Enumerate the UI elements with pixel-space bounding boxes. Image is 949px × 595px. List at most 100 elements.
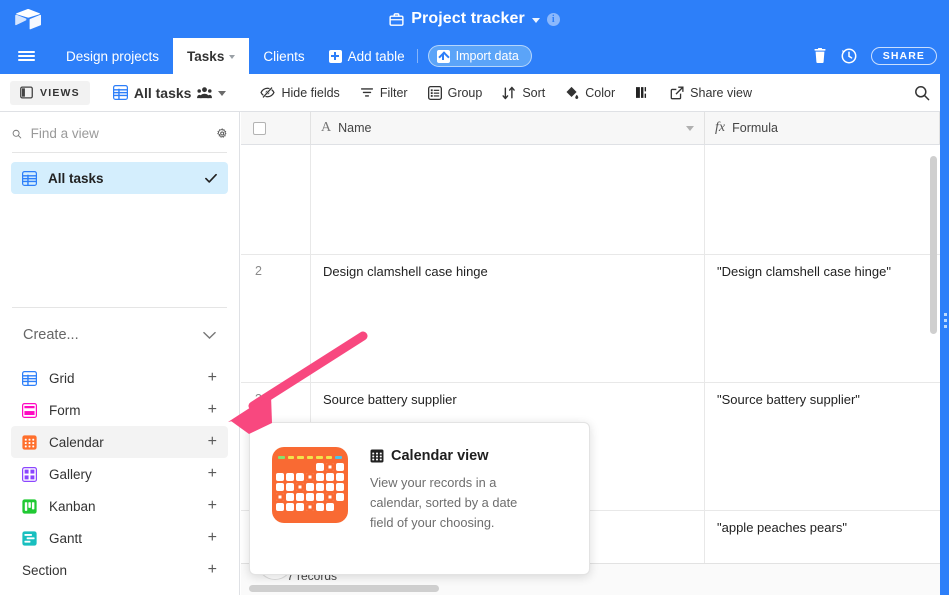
create-section-row[interactable]: Section + — [11, 554, 228, 586]
search-icon — [12, 129, 22, 138]
create-view-gantt[interactable]: Gantt + — [11, 522, 228, 554]
color-button[interactable]: Color — [556, 80, 624, 106]
group-icon — [427, 85, 442, 100]
create-view-kanban[interactable]: Kanban + — [11, 490, 228, 522]
tab-tasks[interactable]: Tasks — [173, 38, 250, 74]
create-view-label: Gantt — [49, 530, 83, 546]
tab-clients[interactable]: Clients — [249, 38, 318, 74]
gallery-view-icon — [22, 466, 37, 482]
table-row[interactable]: 2 Design clamshell case hinge "Design cl… — [241, 255, 940, 383]
table-row[interactable] — [241, 145, 940, 255]
cell-name[interactable]: Design clamshell case hinge — [311, 255, 705, 382]
sidebar-item-all-tasks[interactable]: All tasks — [11, 162, 228, 194]
trash-icon[interactable] — [813, 48, 827, 64]
grid-vertical-scrollbar[interactable] — [930, 156, 937, 334]
gantt-view-icon — [22, 530, 37, 546]
group-button[interactable]: Group — [419, 80, 492, 106]
sort-icon — [502, 86, 516, 99]
column-header-label: Name — [338, 121, 372, 135]
share-external-icon — [670, 86, 684, 99]
create-view-calendar[interactable]: Calendar + — [11, 426, 228, 458]
gear-icon[interactable] — [216, 126, 227, 141]
create-view-gallery[interactable]: Gallery + — [11, 458, 228, 490]
kanban-view-icon — [22, 498, 37, 514]
create-section-label: Section — [22, 562, 68, 578]
cell-name[interactable] — [311, 145, 705, 254]
tab-bar-actions: SHARE — [813, 38, 949, 74]
checkbox-icon[interactable] — [253, 121, 266, 135]
plus-icon[interactable]: + — [208, 466, 217, 482]
column-chevron-down-icon[interactable] — [686, 125, 694, 131]
select-all-cell[interactable] — [241, 112, 311, 144]
add-table-button[interactable]: Add table — [319, 38, 417, 74]
cell-formula[interactable]: "Source battery supplier" — [705, 383, 940, 510]
tab-label: Tasks — [187, 48, 225, 64]
table-tab-bar: Design projects Tasks Clients Add table … — [0, 38, 949, 74]
airtable-cube-logo-svg — [15, 8, 41, 30]
text-field-icon: A — [321, 120, 332, 135]
group-label: Group — [447, 85, 483, 100]
airtable-cube-logo[interactable] — [0, 0, 56, 38]
tab-chevron-down-icon[interactable] — [229, 55, 236, 59]
views-toggle-button[interactable]: VIEWS — [10, 80, 90, 105]
tooltip-text-block: Calendar view View your records in a cal… — [370, 447, 520, 532]
grid-horizontal-scrollbar[interactable] — [249, 585, 439, 592]
tab-label: Design projects — [66, 48, 160, 64]
hamburger-menu-icon[interactable] — [0, 38, 52, 74]
grid-view-icon — [22, 170, 37, 186]
cell-formula[interactable] — [705, 145, 940, 254]
create-section-header[interactable]: Create... — [0, 322, 239, 348]
views-sidebar: All tasks Create... Grid — [0, 112, 240, 595]
base-title-chevron-down-icon[interactable] — [531, 17, 540, 23]
share-button[interactable]: SHARE — [870, 47, 937, 65]
history-clock-icon[interactable] — [841, 48, 857, 64]
panel-drag-handle[interactable] — [944, 313, 947, 328]
right-edge-panel[interactable] — [940, 74, 949, 595]
create-view-grid[interactable]: Grid + — [11, 362, 228, 394]
hide-fields-button[interactable]: Hide fields — [251, 80, 348, 106]
search-button[interactable] — [905, 80, 939, 106]
grid-view-icon — [112, 85, 128, 100]
upload-icon — [436, 49, 450, 63]
row-height-button[interactable] — [626, 80, 659, 106]
chevron-down-icon[interactable] — [203, 331, 216, 340]
column-header-formula[interactable]: fx Formula — [705, 112, 940, 144]
filter-button[interactable]: Filter — [351, 80, 417, 106]
info-icon[interactable]: i — [546, 12, 560, 26]
app-root: Project tracker i Design projects Tasks … — [0, 0, 949, 595]
sort-button[interactable]: Sort — [493, 80, 554, 106]
import-data-label: Import data — [455, 49, 519, 63]
add-table-label: Add table — [347, 48, 405, 64]
cell-formula[interactable]: "Design clamshell case hinge" — [705, 255, 940, 382]
people-icon[interactable] — [197, 86, 213, 99]
create-view-label: Kanban — [49, 498, 96, 514]
create-view-form[interactable]: Form + — [11, 394, 228, 426]
plus-icon[interactable]: + — [208, 498, 217, 514]
plus-icon[interactable]: + — [208, 434, 217, 450]
create-view-label: Form — [49, 402, 81, 418]
import-data-button[interactable]: Import data — [427, 45, 532, 67]
views-label: VIEWS — [40, 86, 80, 99]
view-chevron-down-icon[interactable] — [218, 91, 227, 96]
plus-icon[interactable]: + — [208, 530, 217, 546]
grid-header-row: A Name fx Formula — [241, 112, 940, 145]
current-view-name: All tasks — [133, 84, 192, 101]
hide-fields-label: Hide fields — [281, 85, 340, 100]
find-view-input[interactable] — [30, 126, 208, 141]
create-view-label: Gallery — [49, 466, 92, 482]
tab-design-projects[interactable]: Design projects — [52, 38, 173, 74]
column-header-name[interactable]: A Name — [311, 112, 705, 144]
plus-icon[interactable]: + — [208, 370, 217, 386]
search-icon — [915, 85, 930, 100]
current-view-button[interactable]: All tasks — [104, 80, 236, 106]
find-view-row — [12, 126, 227, 153]
view-toolbar: VIEWS All tasks Hide fields Filter Group… — [0, 74, 949, 112]
sidebar-panel-icon — [20, 86, 33, 99]
share-view-button[interactable]: Share view — [661, 80, 761, 106]
plus-icon[interactable]: + — [208, 402, 217, 418]
share-view-label: Share view — [690, 85, 752, 100]
plus-icon[interactable]: + — [208, 562, 217, 578]
calendar-view-tooltip: Calendar view View your records in a cal… — [249, 422, 590, 575]
calendar-illustration — [272, 447, 348, 523]
plus-square-icon — [328, 49, 342, 63]
